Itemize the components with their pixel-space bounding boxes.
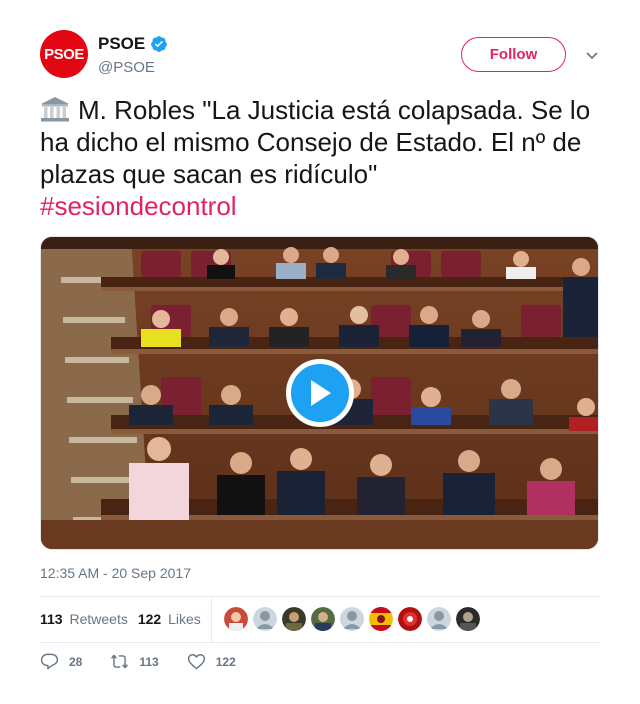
liker-avatar[interactable] bbox=[252, 607, 277, 631]
likes-stat[interactable]: 122 Likes bbox=[138, 611, 201, 627]
likes-count: 122 bbox=[137, 611, 162, 627]
liker-avatar[interactable] bbox=[397, 607, 422, 631]
retweets-label: Retweets bbox=[69, 611, 128, 627]
avatar[interactable]: PSOE bbox=[40, 30, 88, 78]
tweet-actions: 28 113 122 bbox=[40, 652, 264, 671]
liker-avatar[interactable] bbox=[223, 607, 248, 631]
tweet-timestamp[interactable]: 12:35 AM - 20 Sep 2017 bbox=[40, 565, 191, 581]
stats-separator bbox=[210, 596, 212, 642]
play-button[interactable] bbox=[286, 359, 354, 427]
liker-avatar[interactable] bbox=[426, 607, 451, 631]
verified-badge-icon bbox=[151, 36, 168, 52]
name-row: PSOE bbox=[98, 34, 168, 54]
retweet-button[interactable]: 113 bbox=[110, 652, 159, 671]
retweet-count: 113 bbox=[139, 654, 159, 669]
divider bbox=[40, 642, 600, 643]
likes-label: Likes bbox=[168, 611, 201, 627]
tweet-header: PSOE PSOE @PSOE Follow bbox=[40, 30, 600, 82]
chevron-down-icon[interactable] bbox=[585, 48, 599, 62]
heart-icon bbox=[187, 654, 205, 670]
reply-count: 28 bbox=[69, 654, 83, 669]
tweet-body: M. Robles "La Justicia está colapsada. S… bbox=[40, 95, 591, 189]
retweet-icon bbox=[111, 654, 129, 669]
liker-avatars bbox=[223, 607, 480, 631]
retweets-count: 113 bbox=[40, 611, 63, 627]
display-name[interactable]: PSOE bbox=[98, 34, 145, 54]
engagement-stats: 113 Retweets 122 Likes bbox=[40, 596, 600, 642]
avatar-logo-text: PSOE bbox=[44, 45, 84, 63]
tweet-text: M. Robles "La Justicia está colapsada. S… bbox=[40, 94, 610, 222]
follow-button[interactable]: Follow bbox=[461, 37, 566, 72]
hashtag-link[interactable]: #sesiondecontrol bbox=[40, 191, 237, 221]
handle[interactable]: @PSOE bbox=[98, 59, 155, 76]
liker-avatar[interactable] bbox=[368, 607, 393, 631]
liker-avatar[interactable] bbox=[310, 607, 335, 631]
play-icon bbox=[311, 380, 331, 406]
reply-button[interactable]: 28 bbox=[40, 652, 82, 671]
liker-avatar[interactable] bbox=[281, 607, 306, 631]
classical-building-icon bbox=[41, 97, 69, 122]
reply-icon bbox=[40, 653, 59, 670]
video-player[interactable] bbox=[40, 236, 599, 550]
liker-avatar[interactable] bbox=[339, 607, 364, 631]
like-count: 122 bbox=[215, 654, 236, 669]
retweets-stat[interactable]: 113 Retweets bbox=[40, 611, 128, 627]
liker-avatar[interactable] bbox=[455, 607, 480, 631]
like-button[interactable]: 122 bbox=[187, 652, 236, 671]
